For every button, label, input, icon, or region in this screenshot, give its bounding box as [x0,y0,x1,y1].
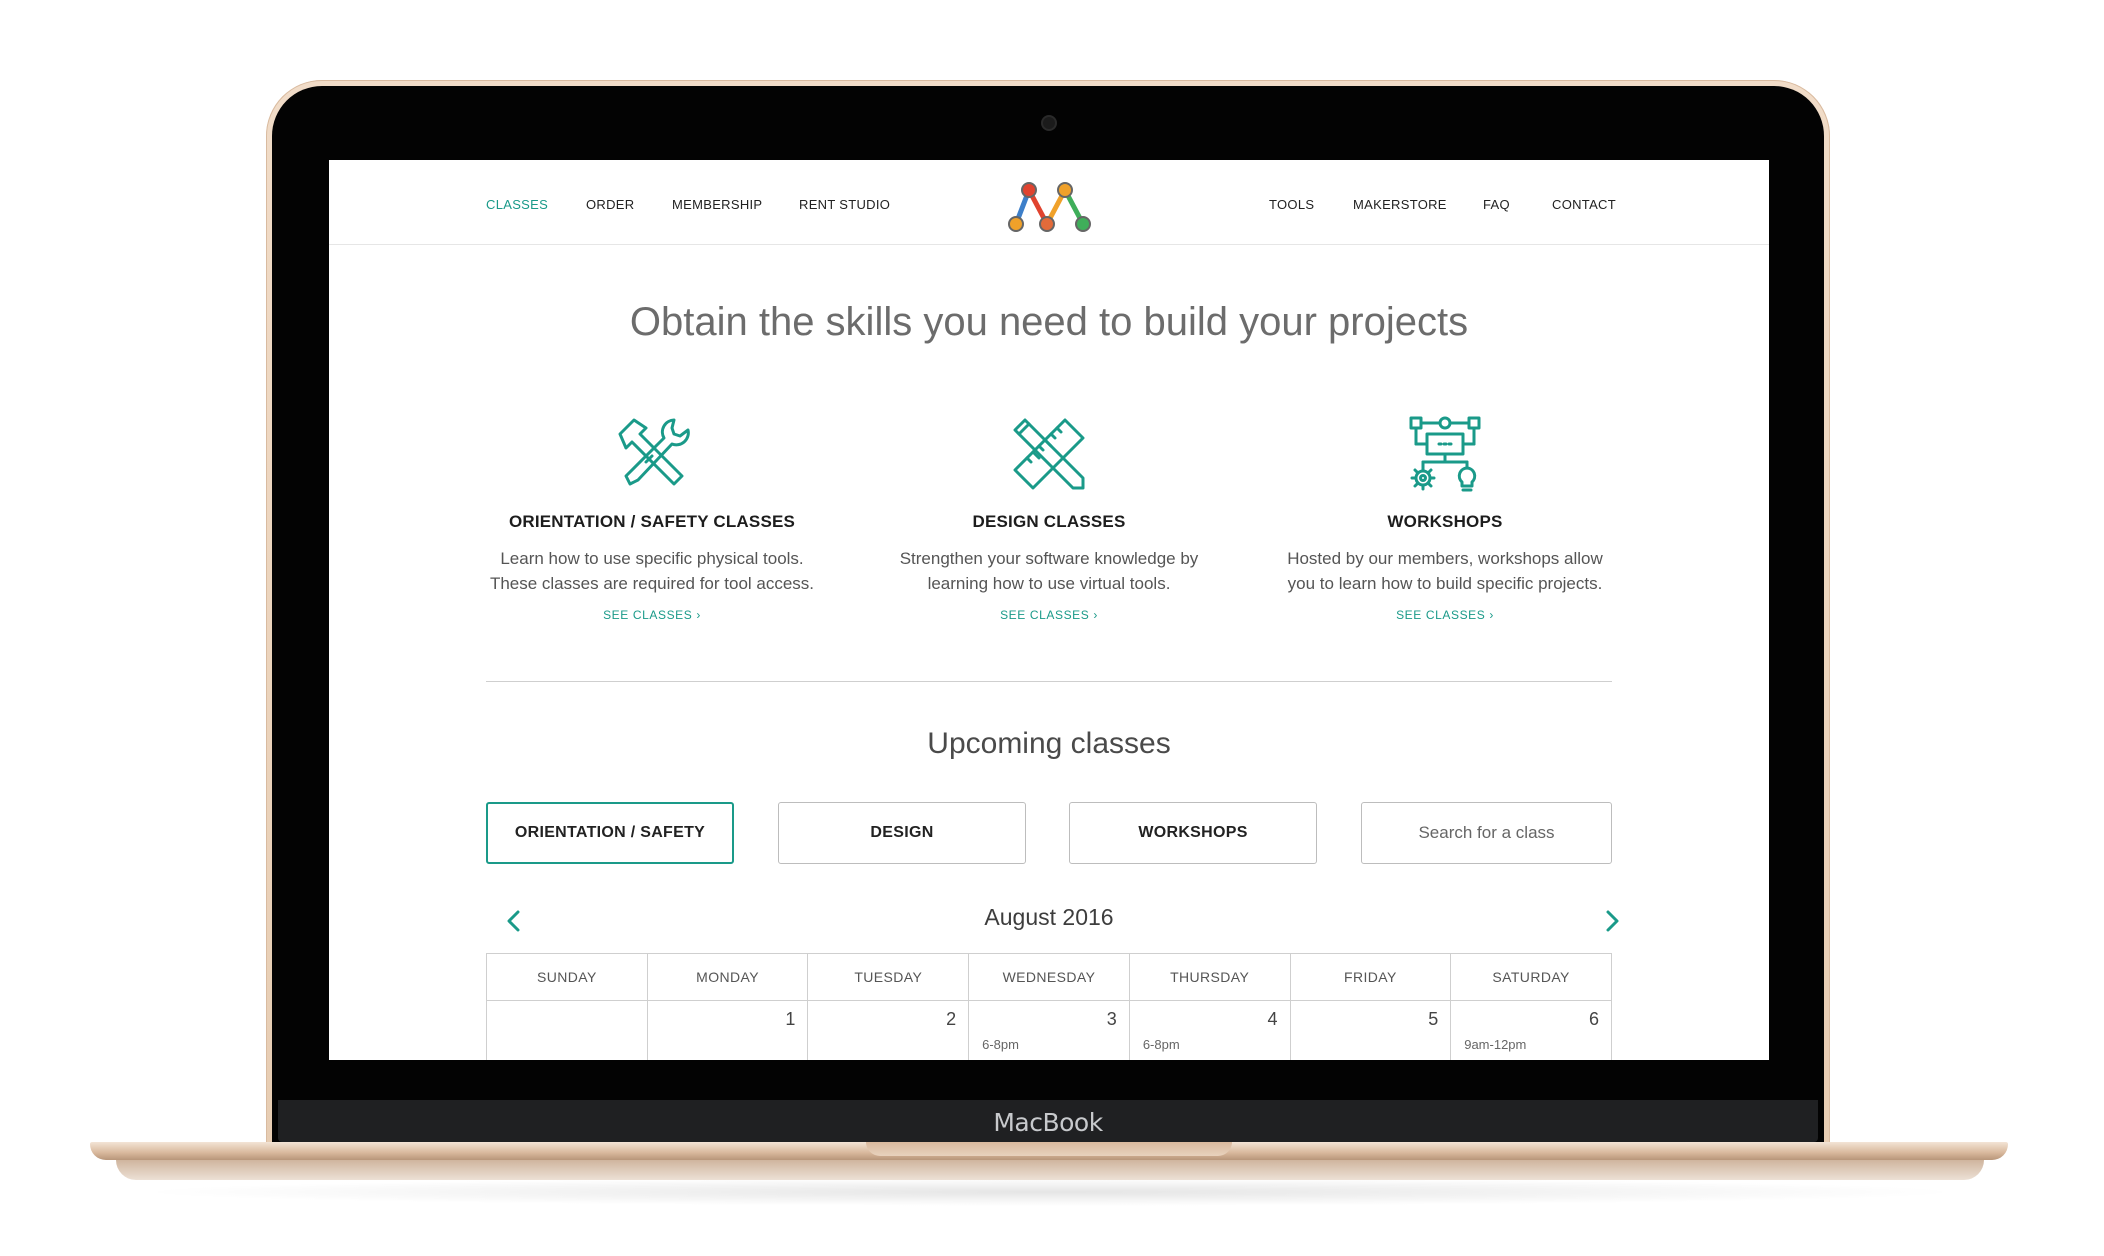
calendar-week-row: 1 2 3 6-8pm 4 6-8pm 5 6 9am-12pm [486,1000,1612,1060]
filter-orientation-safety-button[interactable]: ORIENTATION / SAFETY [486,802,734,864]
feature-desc-line: learning how to use virtual tools. [927,574,1171,593]
pencil-ruler-icon [1013,418,1085,490]
day-number: 2 [946,1009,957,1029]
calendar-day-cell[interactable]: 5 [1289,1000,1452,1060]
weekday-header: MONDAY [646,953,809,1001]
laptop-notch [866,1142,1232,1156]
weekday-header: FRIDAY [1289,953,1452,1001]
laptop-chin: MacBook [278,1100,1818,1142]
feature-description: Learn how to use specific physical tools… [462,546,842,596]
weekday-header: WEDNESDAY [968,953,1130,1001]
page-title: Obtain the skills you need to build your… [629,300,1469,344]
feature-desc-line: you to learn how to build specific proje… [1287,574,1603,593]
feature-description: Strengthen your software knowledge by le… [859,546,1239,596]
nav-rent-studio[interactable]: RENT STUDIO [799,197,890,212]
weekday-header: SUNDAY [486,953,648,1001]
upcoming-classes-title: Upcoming classes [927,727,1171,760]
see-classes-link[interactable]: SEE CLASSES › [859,608,1239,622]
hammer-wrench-icon [618,418,690,486]
feature-desc-line: These classes are required for tool acce… [489,574,815,593]
class-time[interactable]: 6-8pm [982,1037,1019,1052]
filter-workshops-button[interactable]: WORKSHOPS [1069,802,1317,864]
class-time[interactable]: 6-8pm [1143,1037,1180,1052]
weekday-header: SATURDAY [1450,953,1612,1001]
feature-title: ORIENTATION / SAFETY CLASSES [508,512,796,531]
weekday-header-row: SUNDAY MONDAY TUESDAY WEDNESDAY THURSDAY… [486,953,1612,1001]
feature-desc-line: Strengthen your software knowledge by [899,549,1199,568]
filter-design-button[interactable]: DESIGN [778,802,1026,864]
weekday-header: THURSDAY [1128,953,1291,1001]
nav-classes[interactable]: CLASSES [486,197,548,212]
maker-m-logo-icon[interactable] [1006,180,1094,236]
day-number: 5 [1428,1009,1439,1029]
feature-title: WORKSHOPS [1387,512,1503,531]
feature-description: Hosted by our members, workshops allow y… [1255,546,1635,596]
calendar-day-cell[interactable]: 1 [646,1000,809,1060]
nav-tools[interactable]: TOOLS [1269,197,1314,212]
calendar-day-cell[interactable]: 4 6-8pm [1128,1000,1291,1060]
day-number: 4 [1267,1009,1278,1029]
day-number: 1 [785,1009,796,1029]
see-classes-link[interactable]: SEE CLASSES › [1255,608,1635,622]
feature-workshops: WORKSHOPS Hosted by our members, worksho… [1255,414,1635,622]
nav-makerstore[interactable]: MAKERSTORE [1353,197,1447,212]
calendar-day-cell[interactable]: 2 [807,1000,970,1060]
calendar-grid: SUNDAY MONDAY TUESDAY WEDNESDAY THURSDAY… [486,953,1612,1060]
workflow-gear-bulb-icon [1409,416,1481,492]
section-divider [486,681,1612,682]
feature-desc-line: Hosted by our members, workshops allow [1287,549,1603,568]
feature-title: DESIGN CLASSES [972,512,1126,531]
class-time[interactable]: 9am-12pm [1464,1037,1526,1052]
see-classes-link[interactable]: SEE CLASSES › [462,608,842,622]
browser-screen: CLASSES ORDER MEMBERSHIP RENT STUDIO TOO… [329,160,1769,1060]
top-navigation: CLASSES ORDER MEMBERSHIP RENT STUDIO TOO… [329,160,1769,245]
device-label: MacBook [993,1108,1103,1137]
class-search-input[interactable] [1361,802,1612,864]
nav-order[interactable]: ORDER [586,197,634,212]
nav-faq[interactable]: FAQ [1483,197,1510,212]
feature-desc-line: Learn how to use specific physical tools… [500,549,804,568]
weekday-header: TUESDAY [807,953,970,1001]
calendar-month-title: August 2016 [984,904,1114,930]
day-number: 6 [1588,1009,1599,1029]
day-number: 3 [1106,1009,1117,1029]
calendar-day-cell[interactable]: 6 9am-12pm [1450,1000,1612,1060]
chevron-right-icon[interactable] [1597,906,1627,936]
calendar-day-cell[interactable]: 3 6-8pm [968,1000,1130,1060]
feature-design: DESIGN CLASSES Strengthen your software … [859,414,1239,622]
laptop-shadow [130,1178,1970,1206]
laptop-base-lip [116,1160,1984,1180]
calendar-day-cell[interactable] [486,1000,648,1060]
nav-membership[interactable]: MEMBERSHIP [672,197,762,212]
camera-icon [1043,117,1055,129]
nav-contact[interactable]: CONTACT [1552,197,1616,212]
feature-orientation: ORIENTATION / SAFETY CLASSES Learn how t… [462,414,842,622]
